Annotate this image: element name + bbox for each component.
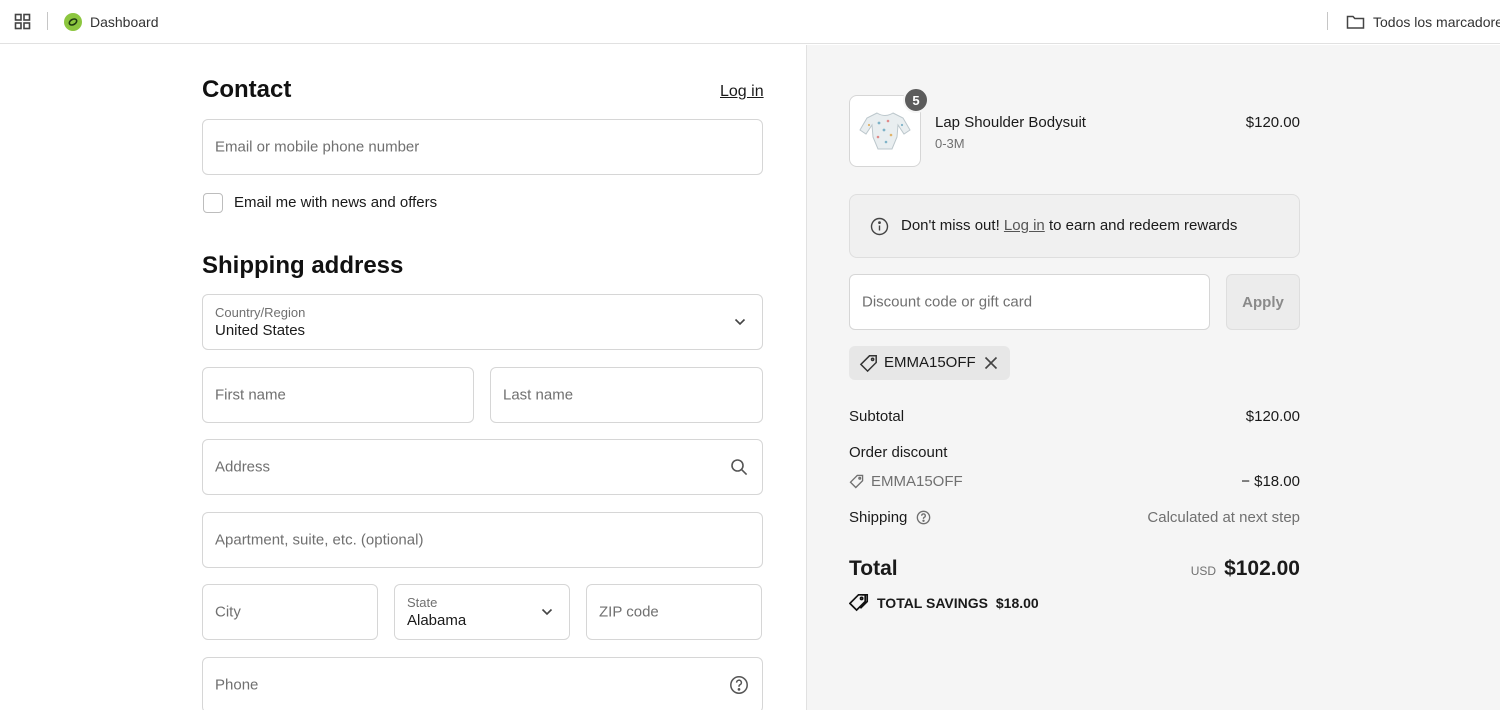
savings-tag-icon <box>849 593 869 612</box>
country-label: Country/Region <box>215 305 306 320</box>
product-price: $120.00 <box>1245 114 1300 131</box>
chevron-down-icon <box>541 608 553 616</box>
help-circle-icon[interactable] <box>729 675 749 695</box>
country-select[interactable]: Country/Region United States <box>202 294 763 350</box>
discount-code-label: EMMA15OFF <box>871 473 963 490</box>
last-name-field[interactable]: Last name <box>490 367 763 423</box>
subtotal-value: $120.00 <box>1245 408 1300 425</box>
zip-placeholder: ZIP code <box>599 603 659 621</box>
shipping-heading: Shipping address <box>202 252 404 279</box>
state-value: Alabama <box>407 612 467 629</box>
state-select[interactable]: State Alabama <box>394 584 570 640</box>
address-field[interactable]: Address <box>202 439 763 495</box>
zip-field[interactable]: ZIP code <box>586 584 762 640</box>
applied-code-label: EMMA15OFF <box>884 354 976 371</box>
state-label: State <box>407 595 438 610</box>
discount-code-field[interactable]: Discount code or gift card <box>849 274 1210 330</box>
city-placeholder: City <box>215 603 241 621</box>
rewards-login-link[interactable]: Log in <box>1004 217 1045 234</box>
bookmarks-separator <box>47 12 48 30</box>
product-variant: 0-3M <box>935 136 965 151</box>
tag-icon <box>849 474 864 489</box>
phone-field[interactable]: Phone <box>202 657 763 710</box>
newsletter-label: Email me with news and offers <box>234 194 438 211</box>
shipping-label: Shipping <box>849 509 908 526</box>
apartment-field[interactable]: Apartment, suite, etc. (optional) <box>202 512 763 568</box>
bookmark-dashboard-label: Dashboard <box>90 14 159 30</box>
tag-icon <box>859 354 878 373</box>
folder-icon <box>1346 14 1365 30</box>
quantity-badge: 5 <box>903 87 929 113</box>
rewards-notice: Don't miss out! Log in to earn and redee… <box>849 194 1300 258</box>
phone-placeholder: Phone <box>215 676 259 694</box>
discount-placeholder: Discount code or gift card <box>862 293 1033 311</box>
info-icon <box>870 217 889 236</box>
bookmark-all-folder[interactable]: Todos los marcadores <box>1346 12 1500 32</box>
chevron-down-icon <box>734 318 746 326</box>
dashboard-favicon-icon <box>64 13 82 31</box>
search-icon <box>730 458 748 476</box>
contact-heading: Contact <box>202 76 292 103</box>
total-value: $102.00 <box>1224 557 1300 580</box>
remove-discount-close-icon[interactable] <box>984 356 998 370</box>
applied-discount-chip: EMMA15OFF <box>849 346 1010 380</box>
city-field[interactable]: City <box>202 584 378 640</box>
product-name: Lap Shoulder Bodysuit <box>935 114 1086 131</box>
currency-code: USD <box>1190 564 1217 578</box>
shipping-help-icon[interactable] <box>916 510 931 525</box>
newsletter-checkbox[interactable] <box>203 193 223 213</box>
order-discount-label: Order discount <box>849 444 948 461</box>
apartment-placeholder: Apartment, suite, etc. (optional) <box>215 531 424 549</box>
total-savings: TOTAL SAVINGS $18.00 <box>877 595 1039 611</box>
apps-grid-icon[interactable] <box>14 13 32 31</box>
last-name-placeholder: Last name <box>503 386 574 404</box>
login-link[interactable]: Log in <box>720 83 764 101</box>
bookmarks-separator-right <box>1327 12 1328 30</box>
email-field[interactable]: Email or mobile phone number <box>202 119 763 175</box>
bookmark-dashboard[interactable]: Dashboard <box>64 12 159 32</box>
savings-label: TOTAL SAVINGS <box>877 595 988 611</box>
rewards-prefix: Don't miss out! <box>901 217 1000 234</box>
bookmark-folder-label: Todos los marcadores <box>1373 14 1500 30</box>
first-name-placeholder: First name <box>215 386 286 404</box>
savings-value: $18.00 <box>995 595 1039 611</box>
country-value: United States <box>215 322 306 339</box>
rewards-text: Don't miss out! Log in to earn and redee… <box>901 217 1237 234</box>
apply-discount-button[interactable]: Apply <box>1226 274 1300 330</box>
bodysuit-image-icon <box>859 112 911 150</box>
email-placeholder: Email or mobile phone number <box>215 138 420 156</box>
bookmarks-bar: Dashboard Todos los marcadores <box>0 0 1500 44</box>
shipping-value: Calculated at next step <box>1147 509 1300 526</box>
subtotal-label: Subtotal <box>849 408 905 425</box>
first-name-field[interactable]: First name <box>202 367 474 423</box>
discount-value: − $18.00 <box>1241 473 1300 490</box>
rewards-suffix: to earn and redeem rewards <box>1048 217 1238 234</box>
address-placeholder: Address <box>215 458 271 476</box>
total-amount: USD $102.00 <box>1191 557 1300 581</box>
total-label: Total <box>849 557 898 580</box>
